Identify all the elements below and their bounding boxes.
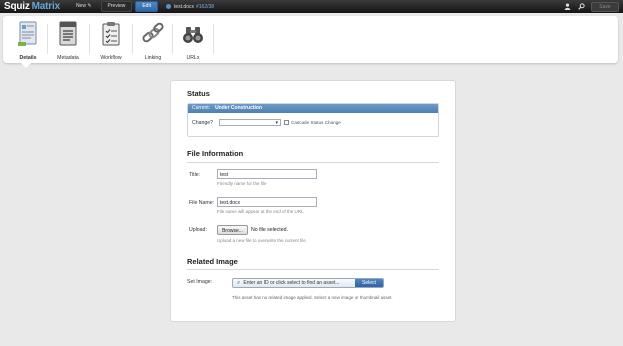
- tab-urls-label: URLs: [186, 55, 200, 61]
- details-icon: [17, 21, 39, 47]
- screen-toolbar: Details Metadata Workflow Linking URLs: [3, 16, 618, 63]
- status-current-label: Current:: [192, 105, 211, 111]
- details-panel: Status Current: Under Construction Change…: [170, 80, 456, 322]
- asset-status-icon: [165, 4, 171, 9]
- chain-link-icon: [142, 21, 164, 47]
- section-divider: [187, 269, 439, 270]
- tab-linking[interactable]: Linking: [138, 21, 168, 61]
- tab-workflow-label: Workflow: [100, 55, 122, 61]
- active-tab-pointer: [21, 63, 31, 68]
- status-change-select[interactable]: ▾: [219, 119, 281, 126]
- status-current-bar: Current: Under Construction: [188, 104, 438, 113]
- asset-finder: ⌕ Enter an ID or click select to find an…: [232, 278, 384, 288]
- wand-icon: ✎: [87, 3, 92, 9]
- section-divider: [187, 162, 439, 163]
- tab-details[interactable]: Details: [13, 21, 43, 61]
- tab-linking-label: Linking: [144, 55, 162, 61]
- user-icon[interactable]: [563, 2, 571, 11]
- workflow-icon: [100, 21, 122, 47]
- metadata-icon: [57, 21, 79, 47]
- status-change-label: Change?: [192, 120, 214, 126]
- set-image-label: Set Image:: [187, 279, 213, 285]
- asset-name: test.docx: [173, 3, 194, 10]
- title-label: Title:: [189, 172, 201, 178]
- toolbar-divider: [47, 24, 48, 54]
- related-image-section-title: Related Image: [187, 257, 238, 266]
- filename-input[interactable]: test.docx: [217, 197, 317, 207]
- save-button[interactable]: Save: [591, 1, 619, 12]
- top-bar: Squiz Matrix New ✎ Preview Edit test.docx…: [0, 0, 623, 13]
- toolbar-divider: [132, 24, 133, 54]
- asset-select-button[interactable]: Select: [355, 279, 383, 287]
- upload-hint: Upload a new file to overwrite the curre…: [217, 238, 306, 243]
- cascade-status-label: Cascade Status Change: [291, 120, 341, 125]
- related-image-note: This asset has no related image applied.…: [232, 295, 393, 300]
- cascade-status-checkbox[interactable]: [284, 120, 289, 125]
- logo-prefix: Squiz: [4, 1, 30, 12]
- logo-brand: Matrix: [31, 1, 60, 12]
- tab-urls[interactable]: URLs: [178, 21, 208, 61]
- tab-workflow[interactable]: Workflow: [96, 21, 126, 61]
- squiz-matrix-logo: Squiz Matrix: [4, 1, 60, 12]
- chevron-down-icon: ▾: [275, 120, 278, 126]
- status-current-value: Under Construction: [215, 105, 263, 111]
- tab-metadata[interactable]: Metadata: [53, 21, 83, 61]
- toolbar-divider: [89, 24, 90, 54]
- no-file-selected-label: No file selected.: [251, 227, 288, 233]
- edit-button[interactable]: Edit: [135, 1, 158, 12]
- file-info-section-title: File Information: [187, 149, 244, 158]
- asset-finder-placeholder: Enter an ID or click select to find an a…: [243, 280, 340, 286]
- current-asset[interactable]: test.docx #162/38: [165, 3, 215, 10]
- preview-button[interactable]: Preview: [100, 1, 133, 12]
- status-section-title: Status: [187, 89, 210, 98]
- tab-details-label: Details: [19, 55, 37, 61]
- toolbar-divider: [213, 24, 214, 54]
- title-hint: Friendly name for the file: [217, 181, 267, 186]
- filename-label: File Name:: [189, 200, 215, 206]
- new-button[interactable]: New ✎: [70, 2, 98, 11]
- asset-finder-input[interactable]: ⌕ Enter an ID or click select to find an…: [233, 279, 355, 287]
- search-icon: ⌕: [237, 280, 241, 286]
- asset-id: #162/38: [195, 3, 215, 10]
- upload-label: Upload:: [189, 227, 207, 233]
- search-icon[interactable]: [577, 2, 585, 11]
- new-label: New: [75, 3, 86, 9]
- binoculars-icon: [182, 21, 204, 47]
- title-input[interactable]: test: [217, 169, 317, 179]
- toolbar-divider: [172, 24, 173, 54]
- tab-metadata-label: Metadata: [57, 55, 79, 61]
- status-box: Current: Under Construction Change? ▾ Cas…: [187, 103, 439, 137]
- filename-hint: File name will appear at the end of the …: [217, 209, 304, 214]
- topbar-right: Save: [563, 1, 623, 12]
- browse-button[interactable]: Browse...: [217, 225, 248, 235]
